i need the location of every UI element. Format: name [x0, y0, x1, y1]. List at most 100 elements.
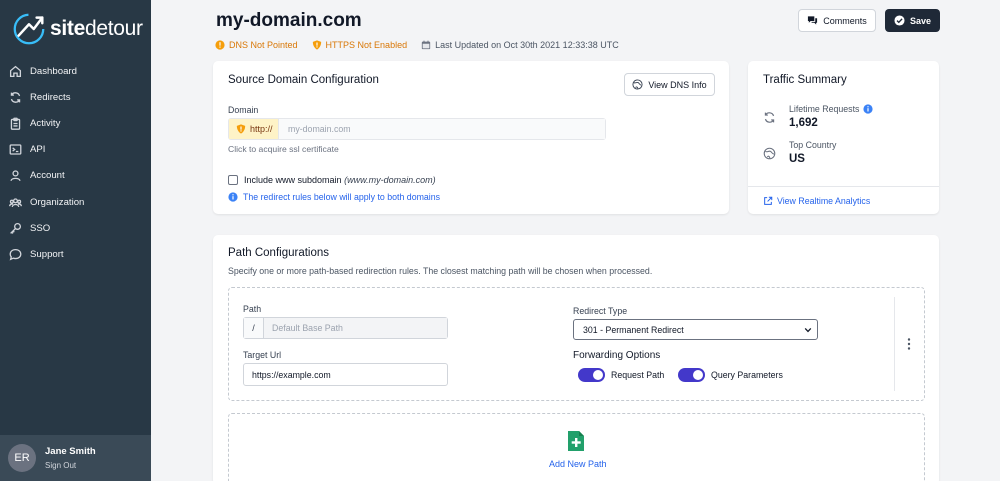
sidebar-item-label: Support: [30, 248, 64, 260]
warning-circle-icon: [215, 40, 225, 50]
home-icon: [9, 65, 22, 77]
lifetime-requests-value: 1,692: [789, 117, 818, 129]
rule-actions-divider: [894, 297, 895, 391]
protocol-badge[interactable]: http://: [229, 119, 279, 139]
sidebar: sitedetour Dashboard Redirects Activity …: [0, 0, 151, 481]
redirect-type-label: Redirect Type: [573, 306, 628, 316]
terminal-icon: [9, 144, 22, 155]
include-www-checkbox[interactable]: [228, 175, 238, 185]
user-panel: ER Jane Smith Sign Out: [0, 435, 151, 481]
forwarding-options-title: Forwarding Options: [573, 350, 661, 361]
source-card-title: Source Domain Configuration: [228, 74, 379, 86]
page-title: my-domain.com: [216, 10, 362, 31]
sidebar-item-label: Redirects: [30, 91, 71, 103]
save-label: Save: [909, 15, 932, 26]
shield-warning-icon: [236, 124, 246, 134]
globe-icon: [632, 79, 643, 90]
path-card-subtitle: Specify one or more path-based redirecti…: [228, 266, 653, 276]
sidebar-item-label: Account: [30, 170, 65, 182]
domain-input-group: http:// my-domain.com: [228, 118, 606, 140]
dns-status: DNS Not Pointed: [215, 40, 298, 50]
path-card-title: Path Configurations: [228, 247, 330, 259]
target-url-input[interactable]: https://example.com: [243, 363, 448, 386]
domain-input[interactable]: my-domain.com: [279, 119, 605, 139]
add-new-path-label: Add New Path: [549, 459, 607, 469]
domain-label: Domain: [228, 105, 259, 115]
redirect-type-value: 301 - Permanent Redirect: [583, 324, 684, 335]
last-updated: Last Updated on Oct 30th 2021 12:33:38 U…: [421, 40, 619, 50]
calendar-icon: [421, 40, 431, 50]
top-country-label: Top Country: [789, 140, 837, 150]
info-note: The redirect rules below will apply to b…: [228, 192, 440, 202]
path-label: Path: [243, 304, 262, 314]
sidebar-item-label: Organization: [30, 196, 85, 208]
user-icon: [10, 170, 21, 182]
sidebar-item-account[interactable]: Account: [0, 163, 151, 189]
sidebar-item-redirects[interactable]: Redirects: [0, 84, 151, 110]
info-icon[interactable]: [863, 104, 874, 114]
brand-name: sitedetour: [50, 17, 143, 40]
path-prefix: /: [244, 318, 264, 338]
status-row: DNS Not Pointed HTTPS Not Enabled Last U…: [215, 40, 633, 50]
comments-icon: [808, 16, 818, 25]
traffic-card-title: Traffic Summary: [763, 74, 847, 86]
add-file-icon: [568, 431, 584, 451]
user-meta: Jane Smith Sign Out: [45, 446, 96, 470]
brand-logo[interactable]: sitedetour: [10, 10, 143, 48]
sidebar-item-label: Dashboard: [30, 65, 77, 77]
request-path-label: Request Path: [611, 370, 665, 380]
ssl-hint-link[interactable]: Click to acquire ssl certificate: [228, 144, 339, 154]
sidebar-item-activity[interactable]: Activity: [0, 110, 151, 136]
redirect-type-select[interactable]: 301 - Permanent Redirect: [573, 319, 818, 340]
more-options-icon[interactable]: [903, 337, 915, 351]
key-icon: [10, 222, 22, 234]
save-button[interactable]: Save: [885, 9, 940, 32]
protocol-text: http://: [250, 124, 273, 134]
comments-button[interactable]: Comments: [798, 9, 876, 32]
query-parameters-toggle[interactable]: [678, 368, 705, 382]
request-path-toggle[interactable]: [578, 368, 605, 382]
sidebar-item-label: Activity: [30, 117, 61, 129]
last-updated-text: Last Updated on Oct 30th 2021 12:33:38 U…: [435, 40, 619, 50]
sidebar-nav: Dashboard Redirects Activity API Account…: [0, 58, 151, 268]
refresh-icon: [764, 112, 775, 123]
users-icon: [9, 197, 22, 207]
path-input[interactable]: Default Base Path: [264, 318, 447, 338]
avatar[interactable]: ER: [8, 444, 36, 472]
view-realtime-analytics-link[interactable]: View Realtime Analytics: [763, 196, 870, 206]
globe-icon: [763, 147, 776, 160]
refresh-icon: [10, 91, 21, 103]
info-icon: [228, 192, 238, 202]
sidebar-item-api[interactable]: API: [0, 137, 151, 163]
https-status-text: HTTPS Not Enabled: [325, 40, 408, 50]
traffic-divider: [748, 186, 939, 187]
info-note-text: The redirect rules below will apply to b…: [243, 192, 441, 202]
sidebar-item-label: API: [30, 144, 46, 156]
clipboard-icon: [10, 117, 21, 130]
sidebar-item-dashboard[interactable]: Dashboard: [0, 58, 151, 84]
target-url-label: Target Url: [243, 350, 282, 360]
check-circle-icon: [894, 15, 905, 26]
https-status: HTTPS Not Enabled: [312, 40, 408, 50]
path-input-group: / Default Base Path: [243, 317, 448, 339]
sidebar-item-label: SSO: [30, 222, 51, 234]
include-www-label: Include www subdomain (www.my-domain.com…: [244, 175, 436, 185]
query-parameters-label: Query Parameters: [711, 370, 783, 380]
view-dns-info-label: View DNS Info: [648, 79, 707, 90]
lifetime-requests-label: Lifetime Requests: [789, 104, 874, 114]
logo-icon: [13, 13, 45, 45]
chat-icon: [9, 248, 22, 261]
top-country-value: US: [789, 153, 805, 165]
dns-status-text: DNS Not Pointed: [229, 40, 298, 50]
sidebar-item-organization[interactable]: Organization: [0, 189, 151, 215]
user-name: Jane Smith: [45, 446, 96, 457]
view-realtime-analytics-label: View Realtime Analytics: [777, 196, 871, 206]
comments-label: Comments: [823, 15, 867, 26]
sign-out-link[interactable]: Sign Out: [45, 461, 96, 470]
shield-warning-icon: [312, 40, 321, 50]
external-link-icon: [764, 196, 773, 205]
chevron-down-icon: [804, 327, 812, 333]
sidebar-item-sso[interactable]: SSO: [0, 215, 151, 241]
view-dns-info-button[interactable]: View DNS Info: [624, 73, 715, 96]
sidebar-item-support[interactable]: Support: [0, 241, 151, 267]
